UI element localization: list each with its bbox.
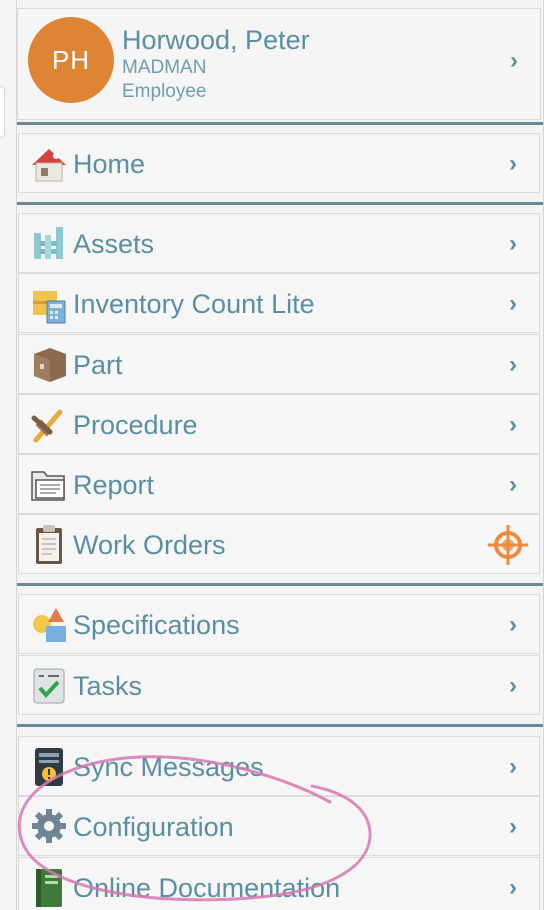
menu-item-label: Home	[73, 149, 146, 179]
part-box-icon	[30, 342, 68, 386]
chevron-right-icon: ›	[509, 351, 517, 378]
menu-item-procedure[interactable]: Procedure ›	[18, 394, 540, 454]
menu-item-label: Specifications	[73, 610, 240, 640]
chevron-right-icon: ›	[510, 47, 518, 74]
chevron-right-icon: ›	[509, 753, 517, 780]
menu-item-part[interactable]: Part ›	[18, 334, 540, 394]
chevron-right-icon: ›	[509, 471, 517, 498]
section-divider	[17, 122, 543, 125]
chevron-right-icon: ›	[509, 813, 517, 840]
avatar-initials: PH	[51, 44, 91, 75]
menu-item-assets[interactable]: Assets ›	[18, 213, 540, 273]
book-icon	[30, 865, 68, 909]
menu-item-configuration[interactable]: Configuration ›	[18, 796, 540, 856]
section-divider	[17, 724, 543, 727]
section-divider	[17, 202, 543, 205]
clipboard-icon	[30, 522, 68, 566]
menu-item-label: Sync Messages	[73, 752, 264, 782]
menu-item-inventory-count-lite[interactable]: Inventory Count Lite ›	[18, 273, 540, 333]
menu-item-label: Tasks	[73, 671, 143, 701]
section-divider	[17, 583, 543, 586]
chevron-right-icon: ›	[509, 150, 517, 177]
menu-item-online-documentation[interactable]: Online Documentation ›	[18, 857, 540, 910]
menu-item-sync-messages[interactable]: Sync Messages ›	[18, 736, 540, 796]
menu-item-label: Configuration	[73, 812, 234, 842]
task-check-icon	[30, 663, 68, 707]
assets-icon	[30, 221, 68, 265]
menu-item-label: Procedure	[73, 410, 198, 440]
side-menu: PH Horwood, Peter MADMAN Employee › Home…	[16, 0, 544, 910]
chevron-right-icon: ›	[509, 230, 517, 257]
menu-item-label: Online Documentation	[73, 873, 341, 903]
report-folder-icon	[30, 462, 68, 506]
user-role: Employee	[122, 81, 207, 102]
user-code: MADMAN	[122, 57, 207, 78]
chevron-right-icon: ›	[509, 411, 517, 438]
menu-item-label: Part	[73, 350, 123, 380]
menu-item-label: Inventory Count Lite	[73, 289, 315, 319]
chevron-right-icon: ›	[509, 611, 517, 638]
home-icon	[30, 141, 68, 185]
menu-item-specifications[interactable]: Specifications ›	[18, 594, 540, 654]
menu-item-report[interactable]: Report ›	[18, 454, 540, 514]
drawer-handle[interactable]	[0, 86, 5, 138]
gear-icon	[30, 804, 68, 848]
user-profile-card[interactable]: PH Horwood, Peter MADMAN Employee ›	[17, 8, 541, 120]
chevron-right-icon: ›	[509, 874, 517, 901]
menu-item-label: Work Orders	[73, 530, 226, 560]
chevron-right-icon: ›	[509, 290, 517, 317]
chevron-right-icon: ›	[509, 672, 517, 699]
menu-item-tasks[interactable]: Tasks ›	[18, 655, 540, 715]
inventory-count-icon	[30, 281, 68, 325]
avatar: PH	[28, 17, 114, 103]
sync-device-icon	[30, 744, 68, 788]
menu-item-home[interactable]: Home ›	[18, 133, 540, 193]
user-name: Horwood, Peter	[122, 25, 310, 55]
menu-item-work-orders[interactable]: Work Orders	[18, 514, 540, 574]
menu-item-label: Report	[73, 470, 155, 500]
menu-item-label: Assets	[73, 229, 155, 259]
procedure-tools-icon	[30, 402, 68, 446]
shapes-icon	[30, 602, 68, 646]
target-icon[interactable]	[487, 524, 529, 566]
